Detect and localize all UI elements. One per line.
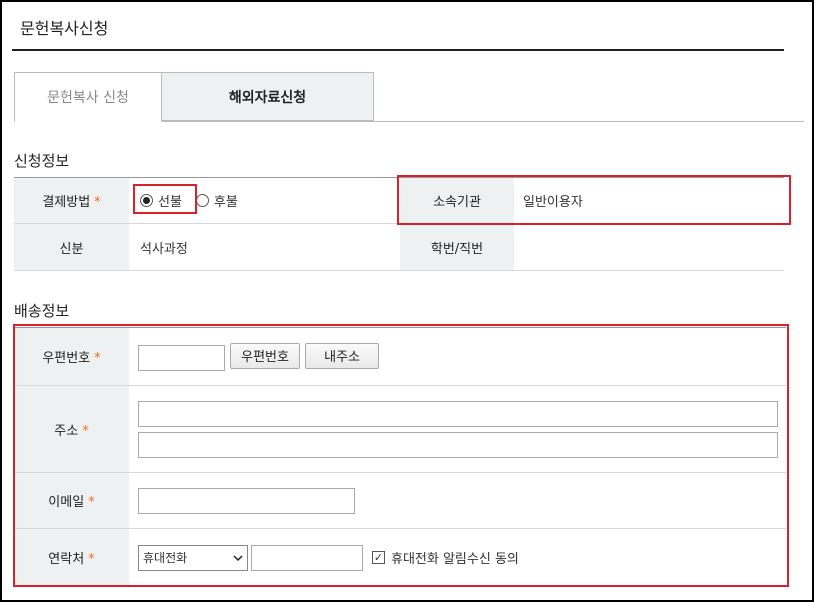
payment-method-cell: 선불 후불 xyxy=(129,177,400,224)
tab-overseas-request[interactable]: 해외자료신청 xyxy=(162,72,374,121)
radio-unselected-icon xyxy=(195,194,209,207)
address-label: 주소 xyxy=(54,423,79,439)
phone-number-input[interactable] xyxy=(251,544,363,571)
sms-consent-label: 휴대전화 알림수신 동의 xyxy=(391,552,519,567)
chevron-down-icon xyxy=(233,554,243,561)
payment-prepaid-label: 선불 xyxy=(158,195,182,210)
postcode-cell: 우편번호 내주소 xyxy=(129,327,786,386)
email-cell xyxy=(129,472,786,529)
phone-type-value: 휴대전화 xyxy=(143,551,188,565)
payment-postpaid-radio[interactable]: 후불 xyxy=(195,191,238,210)
required-mark: * xyxy=(88,552,95,567)
payment-method-header: 결제방법 * xyxy=(14,177,129,224)
required-mark: * xyxy=(94,351,101,366)
apply-info-table: 결제방법 * 선불 후불 소속기관 일반이용자 신분 석사과정 학번/직번 xyxy=(14,177,784,271)
required-mark: * xyxy=(94,195,101,210)
affiliation-value: 일반이용자 xyxy=(514,177,784,224)
sms-consent-checkbox[interactable]: ✓ xyxy=(372,551,385,564)
address-line1-input[interactable] xyxy=(138,400,778,427)
delivery-info-table: 우편번호 * 우편번호 내주소 주소 * 이메일 * 연락처 * 휴대전화 ✓ … xyxy=(14,327,786,587)
contact-cell: 휴대전화 ✓ 휴대전화 알림수신 동의 xyxy=(129,528,786,587)
payment-postpaid-label: 후불 xyxy=(213,195,238,210)
student-id-header: 학번/직번 xyxy=(400,223,514,271)
address-header: 주소 * xyxy=(14,385,129,473)
status-header: 신분 xyxy=(14,223,129,271)
postcode-header: 우편번호 * xyxy=(14,327,129,386)
radio-selected-icon xyxy=(140,194,153,207)
postcode-label: 우편번호 xyxy=(42,351,91,366)
my-address-button[interactable]: 내주소 xyxy=(305,342,380,369)
apply-info-heading: 신청정보 xyxy=(14,152,70,170)
title-divider xyxy=(12,49,784,51)
postcode-search-button[interactable]: 우편번호 xyxy=(230,342,300,369)
page-title: 문헌복사신청 xyxy=(20,19,109,38)
address-line2-input[interactable] xyxy=(138,431,778,458)
contact-header: 연락처 * xyxy=(14,528,129,587)
email-header: 이메일 * xyxy=(14,472,129,529)
tab-bar: 문헌복사 신청 해외자료신청 xyxy=(14,72,804,122)
postcode-input[interactable] xyxy=(138,344,225,371)
address-cell xyxy=(129,385,786,473)
phone-type-select[interactable]: 휴대전화 xyxy=(138,544,248,571)
status-value: 석사과정 xyxy=(129,223,400,271)
payment-method-label: 결제방법 xyxy=(42,195,91,210)
contact-label: 연락처 xyxy=(48,552,85,567)
student-id-value xyxy=(514,223,784,271)
affiliation-header: 소속기관 xyxy=(400,177,514,224)
email-label: 이메일 xyxy=(48,495,85,510)
email-input[interactable] xyxy=(138,487,355,514)
tab-copy-request[interactable]: 문헌복사 신청 xyxy=(14,72,162,122)
required-mark: * xyxy=(82,423,89,439)
required-mark: * xyxy=(88,495,95,510)
delivery-info-heading: 배송정보 xyxy=(14,302,70,320)
payment-prepaid-radio[interactable]: 선불 xyxy=(140,191,182,210)
